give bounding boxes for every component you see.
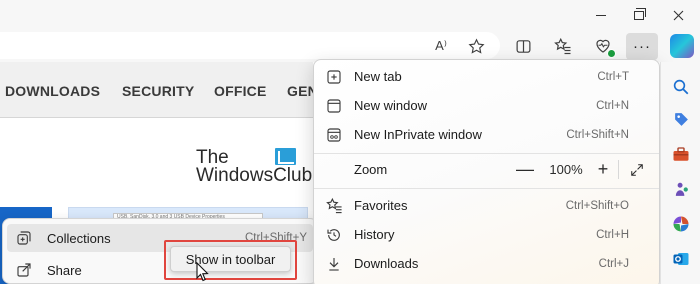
nav-item-security[interactable]: SECURITY: [122, 83, 194, 99]
menu-item-downloads[interactable]: Downloads Ctrl+J: [314, 249, 659, 278]
highlight-outline: [164, 240, 297, 280]
menu-divider: [314, 188, 659, 189]
new-window-shortcut: Ctrl+N: [596, 99, 629, 112]
browser-toolbar: A⁾ ···: [0, 30, 700, 62]
toolbox-icon: [673, 147, 689, 161]
favorites-list-icon: [554, 37, 571, 55]
sidebar-tools-button[interactable]: [669, 142, 693, 166]
search-icon: [673, 79, 689, 95]
more-icon: ···: [633, 38, 651, 55]
close-icon: [673, 10, 683, 20]
menu-item-new-window[interactable]: New window Ctrl+N: [314, 91, 659, 120]
outlook-icon: [673, 253, 689, 265]
status-ok-icon: [607, 49, 616, 58]
favorites-shortcut: Ctrl+Shift+O: [565, 199, 629, 212]
history-label: History: [354, 227, 395, 242]
edge-sidebar: [660, 62, 700, 284]
microsoft365-icon: [673, 216, 689, 232]
address-bar[interactable]: [0, 32, 500, 59]
shopping-tag-icon: [674, 112, 688, 126]
browser-essentials-button[interactable]: [592, 35, 616, 58]
settings-and-more-button[interactable]: ···: [626, 33, 658, 60]
sidebar-outlook-button[interactable]: [669, 247, 693, 271]
copilot-button[interactable]: [670, 34, 694, 58]
site-nav: DOWNLOADS SECURITY OFFICE GEN: [0, 62, 318, 118]
collections-icon: [15, 229, 33, 247]
minimize-icon: [596, 14, 606, 16]
downloads-icon: [325, 255, 343, 273]
fullscreen-icon: [631, 163, 643, 176]
sidebar-search-button[interactable]: [669, 75, 693, 99]
new-inprivate-window-label: New InPrivate window: [354, 127, 482, 142]
downloads-label: Downloads: [354, 256, 419, 271]
new-window-label: New window: [354, 98, 427, 113]
read-aloud-icon: A⁾: [435, 38, 447, 53]
favorites-label: Favorites: [354, 198, 408, 213]
share-label: Share: [47, 262, 82, 278]
new-window-icon: [325, 97, 343, 115]
nav-item-office[interactable]: OFFICE: [214, 83, 267, 99]
nav-item-downloads[interactable]: DOWNLOADS: [5, 83, 100, 99]
title-bar: [0, 0, 700, 30]
zoom-spacer: [325, 161, 343, 179]
star-icon: [467, 37, 485, 54]
chess-piece-icon: [675, 182, 688, 196]
sidebar-office-button[interactable]: [669, 212, 693, 236]
new-inprivate-window-shortcut: Ctrl+Shift+N: [566, 128, 629, 141]
new-tab-shortcut: Ctrl+T: [597, 70, 629, 83]
fullscreen-button[interactable]: [626, 155, 648, 184]
add-favorite-button[interactable]: [465, 35, 487, 57]
windowsclub-logo-icon: [275, 148, 296, 165]
new-tab-icon: [325, 68, 343, 86]
read-aloud-button[interactable]: A⁾: [430, 35, 452, 57]
restore-icon: [634, 7, 646, 20]
sidebar-shopping-button[interactable]: [669, 107, 693, 131]
favorites-button[interactable]: [552, 35, 574, 57]
settings-and-more-menu: New tab Ctrl+T New window Ctrl+N New InP…: [313, 59, 660, 284]
new-tab-label: New tab: [354, 69, 402, 84]
menu-item-history[interactable]: History Ctrl+H: [314, 220, 659, 249]
zoom-in-button[interactable]: +: [592, 155, 614, 184]
history-icon: [325, 226, 343, 244]
downloads-shortcut: Ctrl+J: [598, 257, 629, 270]
menu-item-new-inprivate-window[interactable]: New InPrivate window Ctrl+Shift+N: [314, 120, 659, 149]
inprivate-icon: [325, 126, 343, 144]
collections-label: Collections: [47, 230, 111, 246]
logo-line-2: WindowsClub: [196, 165, 313, 186]
zoom-out-button[interactable]: —: [514, 155, 536, 184]
favorites-icon: [325, 197, 343, 215]
menu-item-zoom: Zoom — 100% +: [314, 155, 659, 184]
zoom-label: Zoom: [354, 162, 388, 177]
close-button[interactable]: [667, 6, 689, 24]
menu-divider: [314, 153, 659, 154]
zoom-divider: [618, 160, 619, 179]
restore-button[interactable]: [628, 6, 650, 24]
split-screen-icon: [516, 39, 530, 53]
menu-item-favorites[interactable]: Favorites Ctrl+Shift+O: [314, 191, 659, 220]
minimize-button[interactable]: [590, 6, 612, 24]
split-screen-button[interactable]: [512, 35, 534, 57]
sidebar-games-button[interactable]: [669, 177, 693, 201]
history-shortcut: Ctrl+H: [596, 228, 629, 241]
zoom-level: 100%: [549, 162, 583, 177]
menu-item-new-tab[interactable]: New tab Ctrl+T: [314, 62, 659, 91]
share-icon: [15, 261, 33, 279]
